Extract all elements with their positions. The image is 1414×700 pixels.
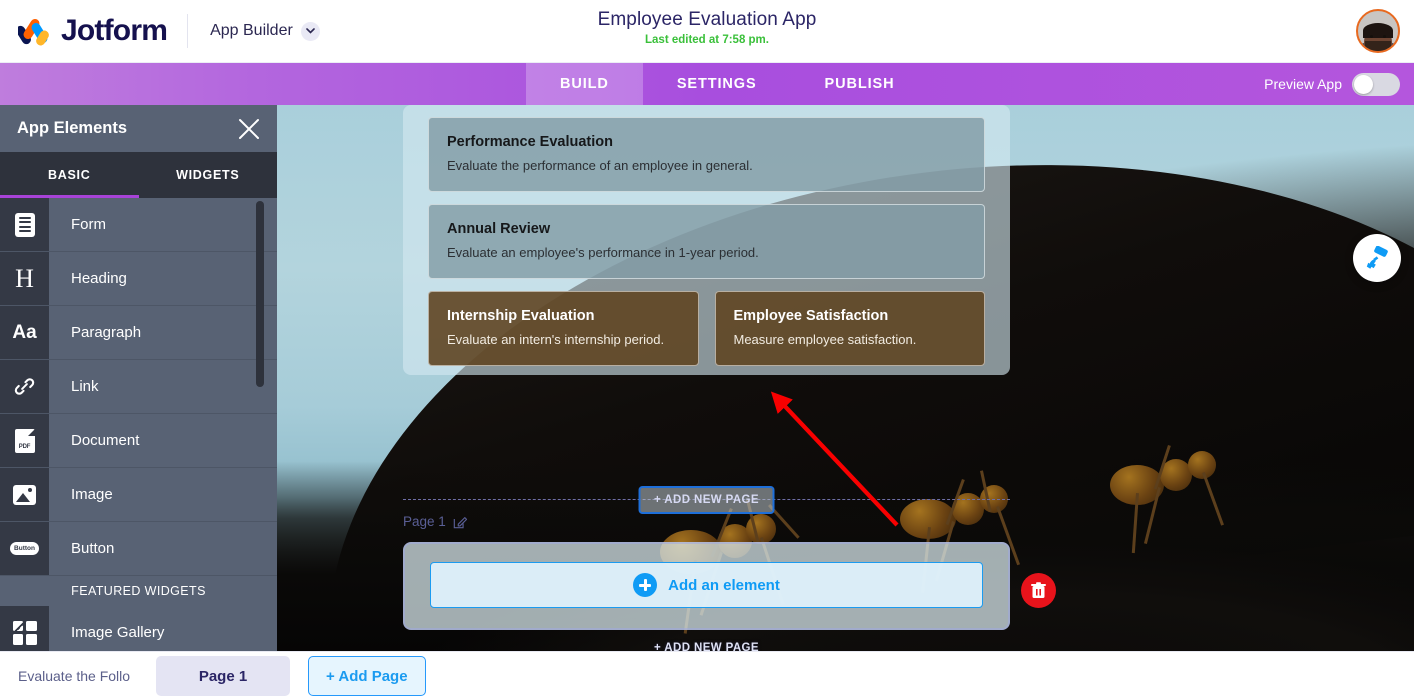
card-description: Evaluate an employee's performance in 1-…	[447, 245, 759, 260]
card-description: Evaluate an intern's internship period.	[447, 332, 665, 347]
add-an-element-button[interactable]: Add an element	[430, 562, 983, 608]
sidebar-item-label: Button	[49, 522, 277, 575]
page-label: Page 1	[403, 514, 446, 529]
page-1-panel: Add an element	[403, 542, 1010, 630]
app-root: Jotform App Builder Employee Evaluation …	[0, 0, 1414, 700]
plus-circle-icon	[633, 573, 658, 597]
page-label-row: Page 1	[403, 514, 467, 529]
paragraph-icon: Aa	[0, 306, 49, 359]
sidebar-item-button[interactable]: Button Button	[0, 522, 277, 576]
sidebar-title: App Elements	[17, 119, 128, 137]
app-builder-selector[interactable]: App Builder	[210, 21, 320, 41]
sidebar-item-image[interactable]: Image	[0, 468, 277, 522]
preview-app-toggle[interactable]	[1352, 72, 1400, 96]
card-title: Employee Satisfaction	[733, 308, 889, 324]
add-new-page-strip: + ADD NEW PAGE	[403, 486, 1010, 514]
sidebar-item-image-gallery[interactable]: Image Gallery	[0, 606, 277, 651]
avatar-eye-left	[1370, 35, 1373, 38]
sidebar-item-label: Form	[49, 198, 277, 251]
edit-pencil-icon[interactable]	[453, 515, 467, 529]
form-card-employee-satisfaction[interactable]: Employee Satisfaction Measure employee s…	[714, 291, 985, 366]
preview-app-label: Preview App	[1264, 76, 1342, 92]
delete-page-button[interactable]	[1021, 573, 1056, 608]
sidebar-element-list: Form H Heading Aa Paragraph Link PDF Doc…	[0, 198, 277, 651]
sidebar-item-document[interactable]: PDF Document	[0, 414, 277, 468]
card-title: Annual Review	[447, 221, 551, 237]
form-card-internship-evaluation[interactable]: Internship Evaluation Evaluate an intern…	[428, 291, 699, 366]
toggle-knob	[1354, 74, 1373, 94]
heading-icon: H	[0, 252, 49, 305]
brand-name: Jotform	[61, 14, 168, 47]
tab-settings[interactable]: SETTINGS	[643, 63, 791, 105]
avatar[interactable]	[1356, 9, 1400, 53]
avatar-beard	[1365, 41, 1391, 51]
sidebar-item-label: Image Gallery	[49, 606, 277, 651]
sidebar-item-label: Image	[49, 468, 277, 521]
add-new-page-button[interactable]: + ADD NEW PAGE	[638, 486, 775, 514]
avatar-hair	[1363, 23, 1393, 38]
card-description: Measure employee satisfaction.	[733, 332, 917, 347]
sidebar-item-label: Paragraph	[49, 306, 277, 359]
link-icon	[0, 360, 49, 413]
app-elements-sidebar: App Elements BASIC WIDGETS Form H Headin…	[0, 105, 277, 651]
sidebar-tabs: BASIC WIDGETS	[0, 152, 277, 198]
bottom-app-name: Evaluate the Follo	[18, 668, 131, 684]
sidebar-item-form[interactable]: Form	[0, 198, 277, 252]
card-title: Performance Evaluation	[447, 134, 613, 150]
forms-panel: Performance Evaluation Evaluate the perf…	[403, 105, 1010, 375]
preview-app-control[interactable]: Preview App	[1264, 63, 1400, 105]
sidebar-item-paragraph[interactable]: Aa Paragraph	[0, 306, 277, 360]
theme-designer-button[interactable]	[1353, 234, 1401, 282]
jotform-logo-icon	[16, 16, 52, 46]
avatar-wrap[interactable]	[1356, 9, 1400, 53]
chevron-down-icon	[300, 21, 320, 41]
sidebar-scrollbar-thumb[interactable]	[256, 201, 264, 387]
bottom-add-page-button[interactable]: + Add Page	[308, 656, 426, 696]
header-divider	[187, 14, 189, 48]
image-icon	[0, 468, 49, 521]
tab-publish[interactable]: PUBLISH	[791, 63, 929, 105]
sidebar-tab-basic[interactable]: BASIC	[0, 152, 139, 198]
card-title: Internship Evaluation	[447, 308, 595, 324]
tab-build[interactable]: BUILD	[526, 63, 643, 105]
add-new-page-strip-2: + ADD NEW PAGE	[403, 642, 1010, 651]
top-header: Jotform App Builder Employee Evaluation …	[0, 0, 1414, 63]
form-icon	[0, 198, 49, 251]
sidebar-item-label: Document	[49, 414, 277, 467]
sidebar-item-label: Link	[49, 360, 277, 413]
image-gallery-icon	[0, 606, 49, 651]
sidebar-section-featured-widgets: FEATURED WIDGETS	[0, 576, 277, 606]
sidebar-tab-widgets[interactable]: WIDGETS	[139, 152, 278, 198]
sidebar-item-heading[interactable]: H Heading	[0, 252, 277, 306]
form-card-row: Internship Evaluation Evaluate an intern…	[428, 291, 985, 366]
bottom-bar: Evaluate the Follo Page 1 + Add Page	[0, 651, 1414, 700]
close-icon[interactable]	[238, 118, 260, 140]
sidebar-item-label: Heading	[49, 252, 277, 305]
pdf-document-icon: PDF	[0, 414, 49, 467]
brand-logo[interactable]: Jotform	[0, 14, 168, 48]
sidebar-item-link[interactable]: Link	[0, 360, 277, 414]
sidebar-header: App Elements	[0, 105, 277, 152]
form-card-annual-review[interactable]: Annual Review Evaluate an employee's per…	[428, 204, 985, 279]
form-card-performance-evaluation[interactable]: Performance Evaluation Evaluate the perf…	[428, 117, 985, 192]
add-element-label: Add an element	[668, 576, 780, 594]
main-nav-bar: BUILD SETTINGS PUBLISH Preview App	[0, 63, 1414, 105]
paint-roller-icon	[1365, 245, 1389, 270]
bottom-page-tab[interactable]: Page 1	[156, 656, 290, 696]
button-icon: Button	[0, 522, 49, 575]
trash-icon	[1031, 582, 1046, 599]
card-description: Evaluate the performance of an employee …	[447, 158, 753, 173]
avatar-eye-right	[1383, 35, 1386, 38]
add-new-page-button-2[interactable]: + ADD NEW PAGE	[654, 642, 759, 651]
app-builder-label: App Builder	[210, 22, 293, 39]
